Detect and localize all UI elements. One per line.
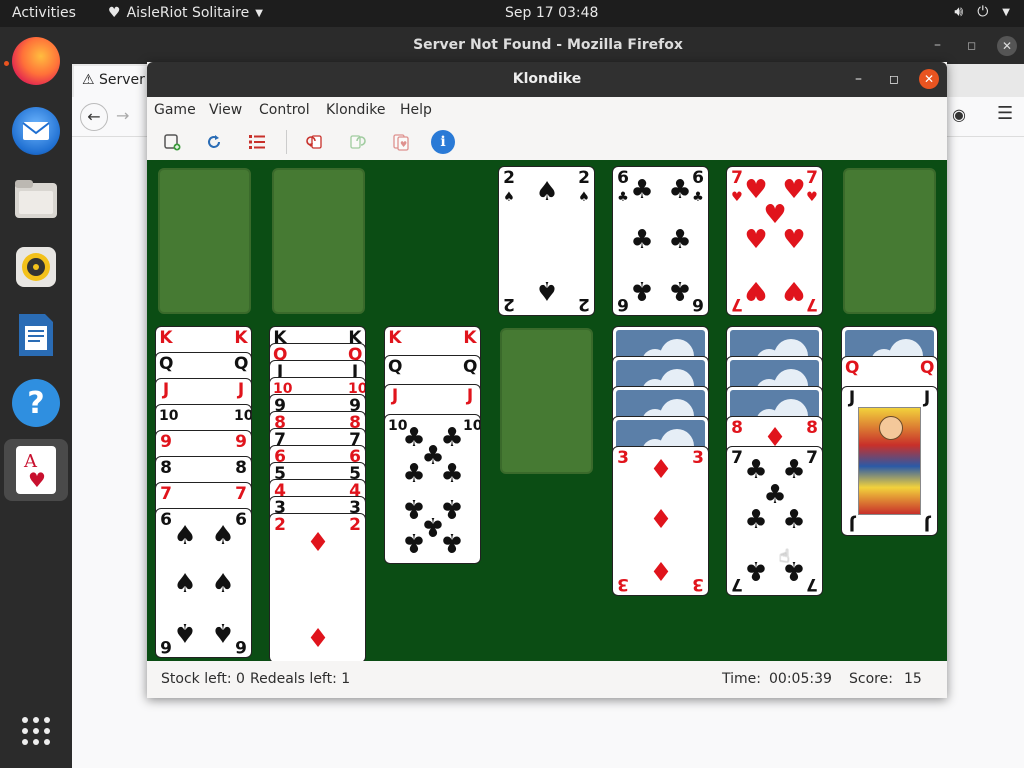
window-title: Klondike — [512, 71, 582, 87]
close-icon[interactable]: ✕ — [997, 36, 1017, 56]
warning-icon: ⚠ — [82, 72, 95, 88]
stock-slot[interactable] — [158, 168, 251, 314]
heart-icon: ♥ — [108, 5, 121, 21]
minimize-icon[interactable]: – — [855, 62, 862, 97]
app-menu-label: AisleRiot Solitaire — [126, 5, 250, 21]
tableau-card[interactable]: 66 ♠ ♠ ♠ ♠ ♠ ♠ 66 — [155, 508, 252, 658]
foundation-card[interactable]: 2 ♠ 2 ♠ ♠ ♠ 22 — [498, 166, 595, 316]
firefox-titlebar: Server Not Found - Mozilla Firefox – ◻ ✕ — [72, 27, 1024, 64]
chevron-down-icon: ▼ — [255, 7, 263, 19]
thunderbird-icon[interactable] — [12, 107, 60, 155]
forward-icon[interactable]: → — [116, 103, 129, 129]
tableau-card[interactable]: 10 10 ♣ ♣ ♣ ♣ ♣ ♣ ♣ ♣ ♣ ♣ — [384, 414, 481, 564]
tableau-slot[interactable] — [500, 328, 593, 474]
power-icon: ⏻ — [977, 4, 989, 20]
restart-icon[interactable] — [202, 130, 226, 154]
firefox-title: Server Not Found - Mozilla Firefox — [413, 37, 683, 53]
volume-icon: 🔊︎ — [954, 4, 964, 20]
foundation-card[interactable]: 6 ♣ 6 ♣ ♣ ♣ ♣ ♣ ♣ ♣ 66 — [612, 166, 709, 316]
hint-icon[interactable]: ♥ — [389, 130, 413, 154]
card-rank: 2 — [503, 168, 515, 188]
menubar: Game View Control Klondike Help — [147, 97, 947, 124]
tableau-card[interactable]: 77 ♣ ♣ ♣ ♣ ♣ ♣ ♣ 77 — [726, 446, 823, 596]
stock-left: Stock left: 0 — [161, 671, 245, 687]
redeals-left: Redeals left: 1 — [250, 671, 351, 687]
app-grid-icon[interactable] — [12, 707, 60, 755]
files-icon[interactable] — [12, 175, 60, 223]
system-menu[interactable]: 🔊︎ ⏻ ▼ — [954, 4, 1010, 20]
writer-icon[interactable] — [12, 311, 60, 359]
maximize-icon[interactable]: ◻ — [889, 62, 899, 97]
firefox-icon[interactable] — [12, 37, 60, 85]
redo-icon[interactable] — [345, 130, 369, 154]
toolbar: ♥ i — [147, 124, 947, 160]
score-label: Score: — [849, 671, 893, 687]
new-game-icon[interactable] — [160, 130, 184, 154]
help-icon[interactable]: ? — [12, 379, 60, 427]
svg-text:♥: ♥ — [28, 468, 46, 491]
firefox-tab-label: Server — [99, 72, 145, 88]
menu-control[interactable]: Control — [259, 102, 310, 118]
dock: ? A ♥ — [0, 27, 72, 768]
tableau-card[interactable]: JJ JJ — [841, 386, 938, 536]
menu-icon[interactable]: ☰ — [997, 103, 1013, 124]
maximize-icon[interactable]: ◻ — [967, 27, 976, 64]
activities-button[interactable]: Activities — [12, 5, 76, 21]
waste-slot[interactable] — [272, 168, 365, 314]
tableau-card[interactable]: 22 ♦ ♦ — [269, 513, 366, 661]
tableau-card[interactable]: 33 ♦ ♦ ♦ 33 — [612, 446, 709, 596]
clock[interactable]: Sep 17 03:48 — [505, 5, 598, 21]
chevron-down-icon: ▼ — [1002, 7, 1010, 18]
game-board[interactable]: 2 ♠ 2 ♠ ♠ ♠ 22 6 ♣ 6 ♣ ♣ ♣ ♣ ♣ ♣ ♣ 66 7 ♥ 7 ♥ ♥ ♥ … — [147, 160, 947, 661]
minimize-icon[interactable]: – — [934, 27, 941, 64]
select-game-icon[interactable] — [245, 130, 269, 154]
menu-view[interactable]: View — [209, 102, 242, 118]
account-icon[interactable]: ◉ — [952, 105, 966, 124]
rhythmbox-icon[interactable] — [12, 243, 60, 291]
foundation-slot[interactable] — [843, 168, 936, 314]
score-value: 15 — [904, 671, 922, 687]
card-rank: 2 — [578, 168, 590, 188]
time-label: Time: — [722, 671, 761, 687]
menu-game[interactable]: Game — [154, 102, 196, 118]
time-value: 00:05:39 — [769, 671, 832, 687]
close-icon[interactable]: ✕ — [919, 69, 939, 89]
solitaire-window: Klondike – ◻ ✕ Game View Control Klondik… — [147, 62, 947, 698]
toolbar-separator — [286, 130, 287, 154]
undo-icon[interactable] — [303, 130, 327, 154]
aisleriot-icon[interactable]: A ♥ — [16, 446, 56, 494]
back-icon[interactable]: ← — [80, 103, 108, 131]
svg-text:♥: ♥ — [400, 140, 407, 149]
app-menu[interactable]: ♥ AisleRiot Solitaire ▼ — [108, 5, 263, 21]
hand-cursor-icon: ☝ — [779, 546, 790, 567]
statusbar: Stock left: 0 Redeals left: 1 Time: 00:0… — [147, 661, 947, 698]
foundation-card[interactable]: 7 ♥ 7 ♥ ♥ ♥ ♥ ♥ ♥ ♥ ♥ 77 — [726, 166, 823, 316]
jack-face — [858, 407, 921, 515]
running-indicator — [4, 61, 9, 66]
top-bar: Activities ♥ AisleRiot Solitaire ▼ Sep 1… — [0, 0, 1024, 27]
menu-klondike[interactable]: Klondike — [326, 102, 386, 118]
info-icon[interactable]: i — [431, 130, 455, 154]
solitaire-titlebar: Klondike – ◻ ✕ — [147, 62, 947, 97]
menu-help[interactable]: Help — [400, 102, 432, 118]
